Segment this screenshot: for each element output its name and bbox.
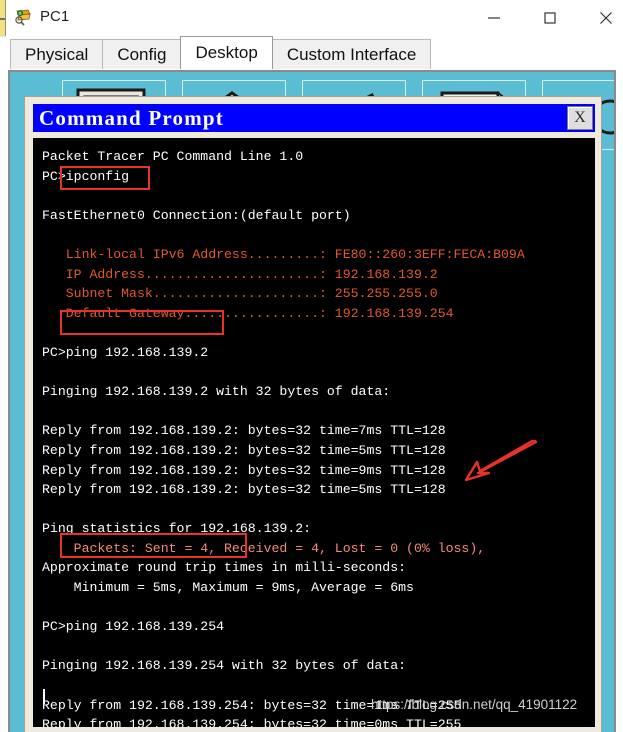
console-line: Link-local IPv6 Address.........: FE80::… bbox=[42, 246, 525, 262]
console-line: Packet Tracer PC Command Line 1.0 bbox=[42, 149, 304, 164]
close-button[interactable] bbox=[583, 0, 623, 35]
maximize-button[interactable] bbox=[527, 0, 573, 35]
console-line: Reply from 192.168.139.2: bytes=32 time=… bbox=[42, 423, 446, 439]
command-prompt-titlebar: Command Prompt X bbox=[33, 104, 595, 132]
device-tabstrip: Physical Config Desktop Custom Interface bbox=[5, 36, 623, 69]
console-line: PC>ping 192.168.139.2 bbox=[42, 344, 209, 360]
window-titlebar: S PC1 bbox=[0, 0, 623, 37]
console-text: Packet Tracer PC Command Line 1.0 PC>ipco… bbox=[42, 147, 594, 727]
minimize-icon bbox=[488, 16, 500, 19]
console-line: IP Address......................: 192.16… bbox=[42, 266, 438, 282]
window-title: PC1 bbox=[40, 8, 70, 25]
console-line: Subnet Mask.....................: 255.25… bbox=[42, 286, 438, 302]
desktop-panel: Command Prompt X Packet Tracer PC Comman… bbox=[8, 70, 616, 732]
close-icon bbox=[600, 11, 612, 24]
packet-tracer-pc-icon: S bbox=[13, 7, 33, 27]
command-prompt-title: Command Prompt bbox=[39, 106, 224, 130]
console-line: Approximate round trip times in milli-se… bbox=[42, 560, 407, 576]
console-line: Pinging 192.168.139.254 with 32 bytes of… bbox=[42, 658, 407, 674]
tab-physical[interactable]: Physical bbox=[10, 39, 104, 69]
console-line: Ping statistics for 192.168.139.2: bbox=[42, 521, 312, 537]
tab-desktop[interactable]: Desktop bbox=[180, 36, 273, 69]
tab-custom-interface[interactable]: Custom Interface bbox=[271, 39, 432, 69]
watermark-url: https://blog.csdn.net/qq_41901122 bbox=[371, 697, 578, 712]
maximize-icon bbox=[544, 11, 556, 24]
console-line: FastEthernet0 Connection:(default port) bbox=[42, 207, 351, 223]
pc1-device-window: S PC1 Physical Config Desktop Custom Int… bbox=[0, 0, 623, 732]
console-line: PC>ipconfig bbox=[42, 168, 130, 184]
svg-text:S: S bbox=[19, 11, 22, 16]
console-line: PC>ping 192.168.139.254 bbox=[42, 619, 225, 635]
console-line: Default Gateway.................: 192.16… bbox=[42, 305, 454, 321]
minimize-button[interactable] bbox=[471, 0, 517, 35]
console-output-area[interactable]: Packet Tracer PC Command Line 1.0 PC>ipco… bbox=[33, 138, 595, 727]
console-line: Reply from 192.168.139.2: bytes=32 time=… bbox=[42, 482, 446, 498]
console-line: Packets: Sent = 4, Received = 4, Lost = … bbox=[42, 540, 486, 556]
tab-config[interactable]: Config bbox=[102, 39, 182, 69]
command-prompt-window: Command Prompt X Packet Tracer PC Comman… bbox=[24, 96, 602, 732]
console-line: Pinging 192.168.139.2 with 32 bytes of d… bbox=[42, 384, 391, 400]
command-prompt-close-button[interactable]: X bbox=[567, 106, 593, 130]
console-line: Minimum = 5ms, Maximum = 9ms, Average = … bbox=[42, 580, 414, 596]
window-left-edge-marker bbox=[0, 18, 5, 20]
console-line: Reply from 192.168.139.2: bytes=32 time=… bbox=[42, 462, 446, 478]
console-line: Reply from 192.168.139.254: bytes=32 tim… bbox=[42, 717, 462, 727]
console-line: Reply from 192.168.139.2: bytes=32 time=… bbox=[42, 442, 446, 458]
console-cursor bbox=[43, 689, 45, 704]
titlebar-left-group: S PC1 bbox=[13, 7, 69, 27]
